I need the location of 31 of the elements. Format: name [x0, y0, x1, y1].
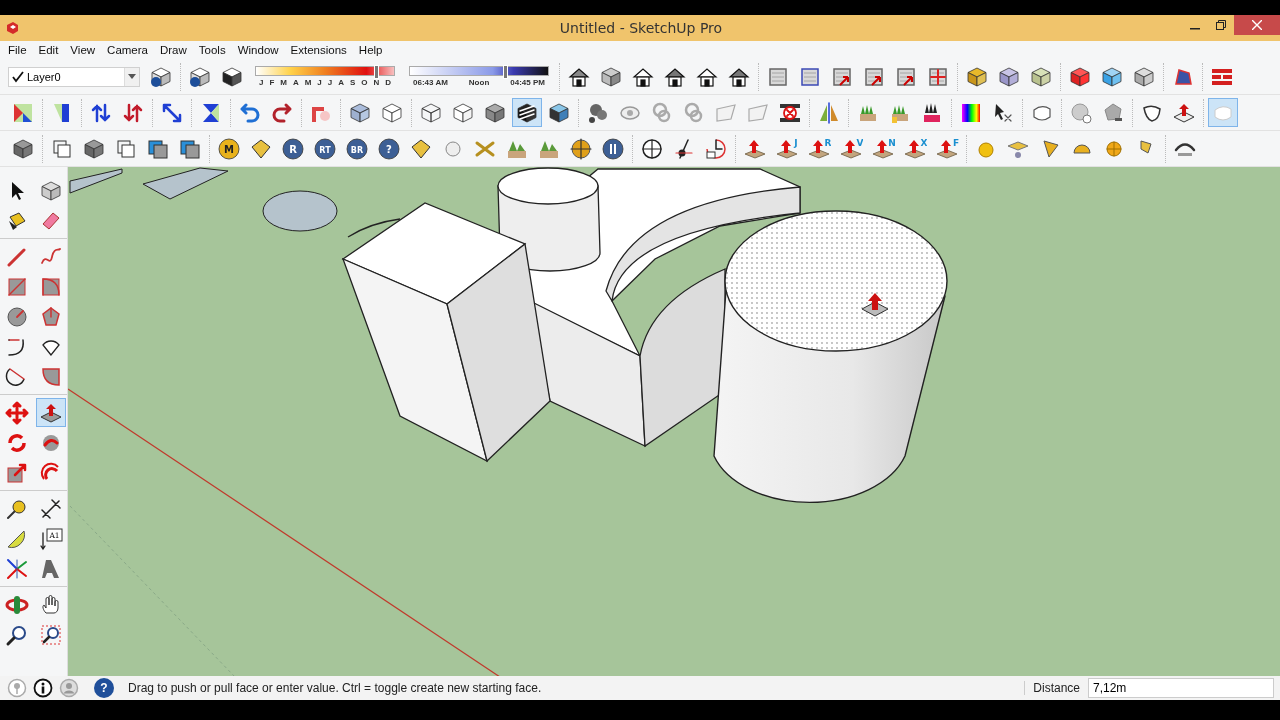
- menu-item[interactable]: View: [64, 44, 102, 56]
- menu-item[interactable]: Window: [231, 44, 285, 56]
- menu-item[interactable]: Camera: [101, 44, 154, 56]
- slider-label: S: [349, 78, 356, 87]
- slider-label: Noon: [468, 78, 490, 87]
- slider-label: 06:43 AM: [413, 78, 448, 87]
- slider-label: M: [280, 78, 287, 87]
- slider-label: J: [317, 78, 322, 87]
- layer-name: Layer0: [27, 70, 62, 83]
- slider-label: A: [292, 78, 299, 87]
- slider-label: M: [304, 78, 312, 87]
- layer-dropdown[interactable]: Layer0: [8, 66, 140, 87]
- slider-label: J: [259, 78, 264, 87]
- window-title: Untitled - SketchUp Pro: [558, 20, 724, 36]
- menu-item[interactable]: Tools: [192, 44, 232, 56]
- measurement-label: Distance: [1024, 681, 1080, 695]
- help-button[interactable]: ?: [94, 678, 114, 698]
- slider-label: N: [373, 78, 380, 87]
- menu-item[interactable]: Edit: [32, 44, 65, 56]
- status-message: Drag to push or pull face or enter value. Ctrl = toggle create new starting face.: [128, 681, 542, 695]
- slider-label: O: [361, 78, 368, 87]
- slider-label: D: [385, 78, 391, 87]
- slider-label: F: [269, 78, 275, 87]
- menu-item[interactable]: Extensions: [284, 44, 353, 56]
- slider-label: 04:45 PM: [510, 78, 545, 87]
- slider-label: J: [327, 78, 333, 87]
- menu-item[interactable]: Draw: [154, 44, 193, 56]
- measurement-field[interactable]: 7,12m: [1088, 678, 1274, 698]
- menu-item[interactable]: File: [2, 44, 33, 56]
- slider-label: A: [338, 78, 344, 87]
- menu-item[interactable]: Help: [352, 44, 389, 56]
